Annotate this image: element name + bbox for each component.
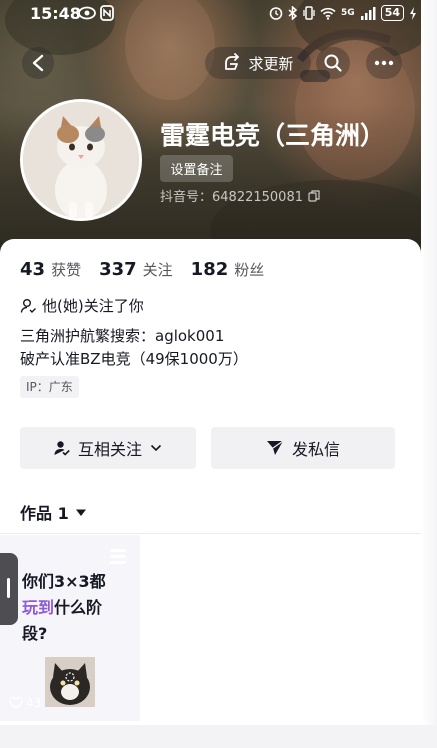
search-button[interactable]	[316, 47, 350, 79]
stat-likes-label: 获赞	[51, 261, 82, 279]
user-follow-icon	[20, 298, 36, 313]
status-time: 15:48	[30, 4, 81, 23]
hand-point-icon	[225, 53, 240, 70]
send-message-button[interactable]: 发私信	[211, 427, 395, 469]
douyin-id-text: 抖音号：64822150081	[160, 190, 303, 205]
cat-face-image	[45, 657, 95, 707]
stat-likes: 43 获赞	[20, 259, 81, 280]
status-right-icons: 5G 54	[269, 5, 417, 21]
heart-icon	[9, 697, 23, 709]
side-drawer-handle[interactable]	[0, 553, 18, 625]
video-cover-line: 玩到什么阶	[22, 595, 106, 621]
video-likes-count: 43	[26, 696, 42, 710]
video-cover-line: 段?	[22, 624, 48, 643]
charging-icon	[410, 6, 416, 20]
alarm-icon	[269, 7, 283, 20]
more-button[interactable]	[366, 47, 402, 79]
stat-following[interactable]: 337 关注	[99, 259, 173, 280]
video-cover-line: 你们3×3都	[22, 572, 106, 591]
cat-avatar-image	[23, 102, 139, 218]
video-thumbnail[interactable]: 你们3×3都 玩到什么阶 段? 43	[0, 535, 140, 721]
video-cover-rest: 什么阶	[54, 598, 103, 617]
profile-name: 雷霆电竞（三角洲）	[160, 121, 386, 150]
mutual-follow-button[interactable]: 互相关注	[20, 427, 196, 469]
battery-level: 54	[380, 5, 404, 21]
signal-icon	[360, 6, 376, 20]
stats-row: 43 获赞 337 关注 182 粉丝	[20, 259, 264, 280]
thumbnail-menu-icon	[110, 549, 126, 567]
stat-following-number: 337	[99, 259, 137, 280]
user-check-icon	[54, 441, 70, 456]
tab-works[interactable]: 作品 1	[20, 500, 87, 524]
caret-down-icon	[75, 509, 86, 516]
mutual-follow-label: 互相关注	[77, 440, 142, 459]
bio-line: 三角洲护航繁搜索：aglok001	[20, 327, 225, 345]
bottom-area	[0, 725, 437, 748]
stat-following-label: 关注	[142, 261, 173, 279]
request-update-button[interactable]: 求更新	[205, 47, 311, 79]
follows-you-note: 他(她)关注了你	[20, 295, 144, 316]
bio: 三角洲护航繁搜索：aglok001 破产认准BZ电竞（49保1000万）	[20, 325, 248, 371]
send-message-label: 发私信	[291, 440, 340, 459]
wifi-icon	[320, 7, 336, 20]
network-type: 5G	[341, 8, 355, 18]
status-bar: 15:48 5G 54	[0, 0, 437, 28]
paper-plane-icon	[266, 440, 284, 455]
avatar[interactable]	[20, 99, 142, 221]
chevron-down-icon	[150, 444, 162, 452]
stat-followers[interactable]: 182 粉丝	[191, 259, 265, 280]
eye-icon	[78, 6, 96, 20]
set-remark-button[interactable]: 设置备注	[160, 155, 233, 182]
status-left-icons	[78, 5, 114, 21]
follows-you-text: 他(她)关注了你	[42, 297, 144, 315]
stat-likes-number: 43	[20, 259, 46, 280]
vibrate-icon	[303, 6, 315, 20]
search-icon	[324, 54, 342, 72]
video-cover-highlight: 玩到	[22, 598, 55, 617]
back-button[interactable]	[22, 47, 54, 79]
more-dots-icon	[374, 60, 394, 66]
stat-followers-number: 182	[190, 259, 229, 280]
chevron-left-icon	[32, 54, 44, 72]
works-tab-label: 作品 1	[20, 504, 69, 523]
works-divider	[0, 533, 421, 534]
douyin-id[interactable]: 抖音号：64822150081	[160, 186, 320, 205]
ip-location-tag: IP：广东	[20, 376, 79, 398]
cat-sticker-image	[45, 657, 95, 707]
nfc-icon	[100, 5, 114, 21]
bio-line: 破产认准BZ电竞（49保1000万）	[20, 350, 248, 368]
video-likes: 43	[9, 696, 41, 710]
request-update-label: 求更新	[248, 54, 294, 73]
video-cover-text: 你们3×3都 玩到什么阶 段?	[22, 569, 106, 647]
copy-icon[interactable]	[308, 189, 320, 202]
bluetooth-icon	[288, 6, 298, 20]
stat-followers-label: 粉丝	[234, 261, 265, 279]
page-edge	[421, 0, 437, 748]
